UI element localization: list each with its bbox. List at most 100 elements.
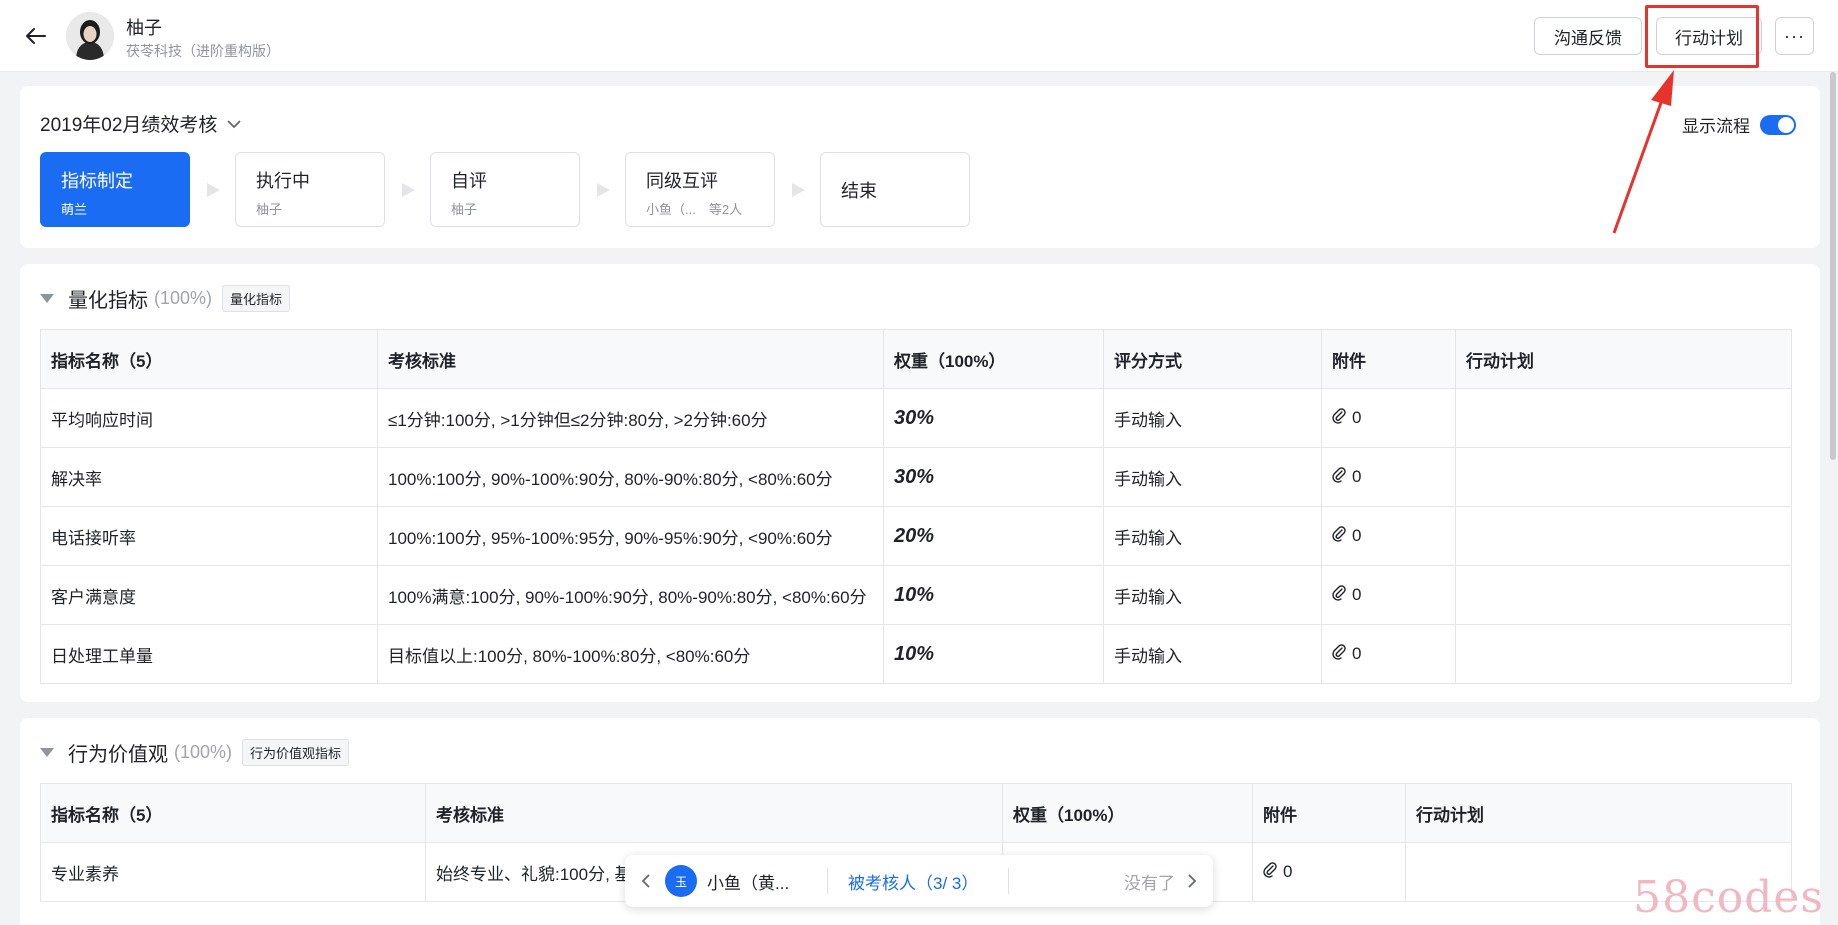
brand-watermark: 58codes — [1633, 872, 1824, 923]
action-plan-cell[interactable] — [1455, 624, 1792, 684]
action-plan-button[interactable]: 行动计划 — [1656, 17, 1762, 55]
step-self-review[interactable]: 自评 柚子 — [430, 152, 580, 227]
step-owner: 萌兰 — [61, 202, 88, 217]
table-row: 客户满意度 100%满意:100分, 90%-100%:90分, 80%-90%… — [40, 565, 1792, 625]
indicator-name: 解决率 — [40, 447, 378, 507]
show-process-toggle[interactable] — [1760, 114, 1796, 135]
section-title: 行为价值观 — [68, 744, 168, 766]
column-header: 权重（100%） — [883, 329, 1104, 389]
attachment-cell[interactable]: 0 — [1321, 388, 1456, 448]
scoring-method: 手动输入 — [1103, 565, 1322, 625]
user-organization: 茯苓科技（进阶重构版） — [126, 43, 280, 59]
paperclip-icon — [1332, 466, 1346, 488]
step-arrow-icon — [775, 181, 820, 199]
show-process-control: 显示流程 — [1682, 112, 1796, 137]
column-header: 行动计划 — [1455, 329, 1792, 389]
action-plan-cell[interactable] — [1455, 565, 1792, 625]
attachment-cell[interactable]: 0 — [1321, 447, 1456, 507]
period-label: 2019年02月绩效考核 — [40, 115, 218, 136]
reviewee-count[interactable]: 被考核人（3/ 3） — [848, 869, 988, 894]
section-header[interactable]: 量化指标 (100%) 量化指标 — [40, 284, 291, 313]
step-owner: 柚子 — [256, 202, 283, 217]
paperclip-icon — [1263, 861, 1277, 883]
chevron-right-icon[interactable] — [1187, 873, 1197, 889]
chevron-down-icon — [227, 113, 242, 135]
page-header: 柚子 茯苓科技（进阶重构版） 沟通反馈 行动计划 ··· — [0, 0, 1838, 72]
indicator-name: 平均响应时间 — [40, 388, 378, 448]
indicator-standard: ≤1分钟:100分, >1分钟但≤2分钟:80分, >2分钟:60分 — [377, 388, 884, 448]
more-button[interactable]: ··· — [1775, 17, 1814, 55]
table-row: 日处理工单量 目标值以上:100分, 80%-100%:80分, <80%:60… — [40, 624, 1792, 684]
indicator-name: 电话接听率 — [40, 506, 378, 566]
scoring-method: 手动输入 — [1103, 447, 1322, 507]
attachment-count: 0 — [1352, 408, 1362, 427]
table-header-row: 指标名称（5） 考核标准 权重（100%） 附件 行动计划 — [40, 783, 1792, 843]
indicator-name: 专业素养 — [40, 842, 426, 902]
section-weight: (100%) — [154, 288, 213, 308]
attachment-count: 0 — [1352, 585, 1362, 604]
column-header: 考核标准 — [377, 329, 884, 389]
paperclip-icon — [1332, 407, 1346, 429]
column-header: 权重（100%） — [1002, 783, 1253, 843]
feedback-button[interactable]: 沟通反馈 — [1534, 17, 1642, 55]
collapse-caret-icon[interactable] — [40, 748, 54, 757]
attachment-cell[interactable]: 0 — [1321, 624, 1456, 684]
column-header: 附件 — [1252, 783, 1406, 843]
paperclip-icon — [1332, 584, 1346, 606]
divider — [827, 868, 828, 894]
step-arrow-icon — [190, 181, 235, 199]
indicator-name: 日处理工单量 — [40, 624, 378, 684]
step-end[interactable]: 结束 — [820, 152, 970, 227]
table-row: 解决率 100%:100分, 90%-100%:90分, 80%-90%:80分… — [40, 447, 1792, 507]
indicator-weight: 30% — [883, 447, 1104, 507]
indicator-name: 客户满意度 — [40, 565, 378, 625]
section-weight: (100%) — [174, 742, 233, 762]
table-row: 电话接听率 100%:100分, 95%-100%:95分, 90%-95%:9… — [40, 506, 1792, 566]
action-plan-cell[interactable] — [1455, 506, 1792, 566]
indicator-standard: 100%:100分, 90%-100%:90分, 80%-90%:80分, <8… — [377, 447, 884, 507]
attachment-cell[interactable]: 0 — [1252, 842, 1406, 902]
column-header: 评分方式 — [1103, 329, 1322, 389]
column-header: 附件 — [1321, 329, 1456, 389]
scrollbar[interactable] — [1830, 72, 1836, 460]
attachment-count: 0 — [1283, 862, 1293, 881]
attachment-count: 0 — [1352, 644, 1362, 663]
attachment-cell[interactable]: 0 — [1321, 506, 1456, 566]
step-peer-review[interactable]: 同级互评 小鱼（... 等2人 — [625, 152, 775, 227]
quantitative-indicators-card: 量化指标 (100%) 量化指标 指标名称（5） 考核标准 权重（100%） 评… — [20, 264, 1820, 702]
divider — [1008, 868, 1009, 894]
avatar — [66, 12, 114, 60]
column-header: 考核标准 — [425, 783, 1003, 843]
reviewee-navigator: 玉 小鱼（黄... 被考核人（3/ 3） 没有了 — [625, 855, 1213, 907]
table-row: 平均响应时间 ≤1分钟:100分, >1分钟但≤2分钟:80分, >2分钟:60… — [40, 388, 1792, 448]
review-process-card: 2019年02月绩效考核 显示流程 指标制定 萌兰 执行中 柚子 自评 柚子 同… — [20, 86, 1820, 248]
step-title: 结束 — [841, 180, 877, 201]
indicator-weight: 10% — [883, 624, 1104, 684]
action-plan-cell[interactable] — [1455, 388, 1792, 448]
period-selector[interactable]: 2019年02月绩效考核 — [40, 110, 242, 137]
back-arrow-icon[interactable] — [22, 22, 50, 50]
chevron-left-icon[interactable] — [641, 873, 657, 889]
step-indicator-setting[interactable]: 指标制定 萌兰 — [40, 152, 190, 227]
step-title: 自评 — [451, 171, 487, 191]
collapse-caret-icon[interactable] — [40, 294, 54, 303]
scoring-method: 手动输入 — [1103, 506, 1322, 566]
quantitative-table: 指标名称（5） 考核标准 权重（100%） 评分方式 附件 行动计划 平均响应时… — [40, 329, 1792, 684]
step-title: 执行中 — [256, 171, 310, 191]
attachment-cell[interactable]: 0 — [1321, 565, 1456, 625]
section-header[interactable]: 行为价值观 (100%) 行为价值观指标 — [40, 738, 350, 767]
reviewee-avatar: 玉 — [665, 865, 697, 897]
indicator-standard: 100%满意:100分, 90%-100%:90分, 80%-90%:80分, … — [377, 565, 884, 625]
process-steps: 指标制定 萌兰 执行中 柚子 自评 柚子 同级互评 小鱼（... 等2人 结束 — [40, 152, 970, 227]
step-in-progress[interactable]: 执行中 柚子 — [235, 152, 385, 227]
step-title: 同级互评 — [646, 171, 718, 191]
step-title: 指标制定 — [61, 171, 133, 191]
step-owner: 小鱼（... 等2人 — [646, 202, 743, 217]
no-more-label: 没有了 — [1124, 873, 1175, 893]
indicator-standard: 100%:100分, 95%-100%:95分, 90%-95%:90分, <9… — [377, 506, 884, 566]
column-header: 指标名称（5） — [40, 329, 378, 389]
section-tag: 量化指标 — [222, 285, 291, 312]
reviewee-name[interactable]: 小鱼（黄... — [707, 869, 807, 894]
show-process-label: 显示流程 — [1682, 117, 1750, 136]
action-plan-cell[interactable] — [1455, 447, 1792, 507]
